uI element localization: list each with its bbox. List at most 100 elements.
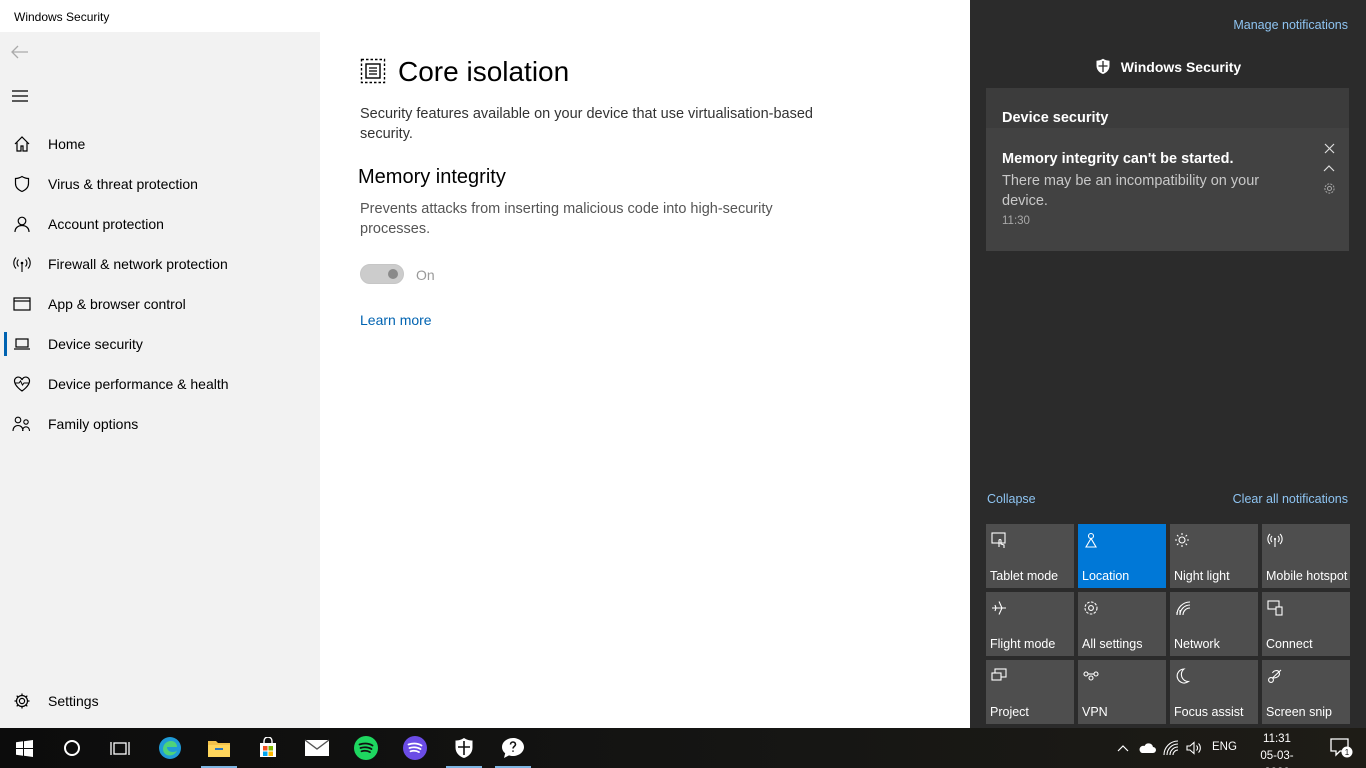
quick-action-mobile-hotspot[interactable]: Mobile hotspot — [1262, 524, 1350, 588]
quick-action-project[interactable]: Project — [986, 660, 1074, 724]
store-icon — [260, 737, 276, 757]
quick-action-flight-mode[interactable]: Flight mode — [986, 592, 1074, 656]
memory-integrity-toggle[interactable] — [360, 264, 404, 284]
quick-action-focus-assist[interactable]: Focus assist — [1170, 660, 1258, 724]
quick-action-connect[interactable]: Connect — [1262, 592, 1350, 656]
sidebar-item-label: App & browser control — [48, 296, 186, 312]
sidebar-item-device-performance-health[interactable]: Device performance & health — [0, 364, 320, 404]
vpn-icon — [1081, 666, 1101, 686]
taskbar-file-explorer[interactable] — [195, 728, 243, 768]
notification-category: Device security — [1002, 110, 1109, 126]
taskbar-spotify[interactable] — [342, 728, 390, 768]
window-title: Windows Security — [14, 10, 110, 24]
task-view-button[interactable] — [96, 728, 144, 768]
cortana-button[interactable] — [48, 728, 96, 768]
windows-security-window: Windows Security Home Virus & threat pro… — [0, 0, 970, 728]
notification-card[interactable]: Device security Memory integrity can't b… — [986, 88, 1349, 251]
windows-security-shield-icon — [1096, 58, 1110, 74]
gear-icon — [12, 691, 32, 711]
taskbar-clock[interactable]: 11:31 05-03-2020 — [1250, 731, 1304, 768]
notification-count: 1 — [1345, 748, 1350, 757]
taskbar-mail[interactable] — [293, 728, 341, 768]
quick-action-location[interactable]: Location — [1078, 524, 1166, 588]
show-hidden-icons-button[interactable] — [1113, 738, 1133, 758]
sidebar-item-settings[interactable]: Settings — [0, 681, 320, 721]
file-explorer-icon — [208, 741, 230, 757]
sidebar-item-app-browser-control[interactable]: App & browser control — [0, 284, 320, 324]
sidebar-item-virus-threat-protection[interactable]: Virus & threat protection — [0, 164, 320, 204]
page-title: Core isolation — [398, 56, 570, 87]
project-icon — [989, 666, 1009, 686]
notification-body[interactable]: Memory integrity can't be started. There… — [986, 128, 1349, 251]
input-language-indicator[interactable]: ENG — [1212, 741, 1237, 753]
taskbar-edge[interactable] — [146, 728, 194, 768]
spotify-icon — [354, 736, 378, 760]
notification-close-button[interactable] — [1321, 140, 1337, 156]
quick-action-tablet-mode[interactable]: Tablet mode — [986, 524, 1074, 588]
notification-settings-button[interactable] — [1321, 180, 1337, 196]
person-icon — [12, 214, 32, 234]
sidebar-item-label: Device security — [48, 336, 143, 352]
connect-icon — [1265, 598, 1285, 618]
clear-all-notifications-link[interactable]: Clear all notifications — [1233, 492, 1348, 506]
taskbar-windows-security[interactable] — [440, 728, 488, 768]
notification-collapse-button[interactable] — [1321, 160, 1337, 176]
screen-snip-icon — [1265, 666, 1285, 686]
hamburger-menu-button[interactable] — [10, 86, 30, 106]
taskbar-podcast-app[interactable] — [391, 728, 439, 768]
sidebar-item-label: Family options — [48, 416, 139, 432]
speaker-icon — [1186, 741, 1201, 755]
main-content: Core isolation Security features availab… — [320, 32, 970, 728]
notification-group-app-name: Windows Security — [1120, 58, 1242, 75]
tablet-mode-icon — [989, 530, 1009, 550]
quick-action-label: Location — [1082, 569, 1130, 583]
edge-icon — [159, 737, 181, 759]
network-tray[interactable] — [1161, 738, 1181, 758]
clock-date: 05-03-2020 — [1260, 750, 1294, 768]
action-center-button[interactable]: 1 — [1316, 728, 1366, 768]
start-icon — [15, 739, 33, 757]
start-button[interactable] — [0, 728, 48, 768]
quick-action-label: Project — [990, 705, 1029, 719]
page-description: Security features available on your devi… — [360, 106, 813, 142]
chevron-up-icon — [1117, 745, 1129, 752]
core-isolation-icon — [360, 58, 386, 84]
antenna-icon — [12, 254, 32, 274]
volume-tray[interactable] — [1184, 738, 1204, 758]
sidebar-item-label: Home — [48, 136, 86, 152]
quick-action-label: Flight mode — [990, 637, 1056, 651]
airplane-icon — [989, 598, 1009, 618]
windows-security-icon — [455, 738, 473, 758]
sidebar-item-label: Settings — [48, 693, 99, 709]
browser-window-icon — [12, 294, 32, 314]
learn-more-link[interactable]: Learn more — [360, 312, 432, 328]
sidebar-item-home[interactable]: Home — [0, 124, 320, 164]
quick-action-all-settings[interactable]: All settings — [1078, 592, 1166, 656]
sidebar-item-family-options[interactable]: Family options — [0, 404, 320, 444]
sidebar-item-label: Device performance & health — [48, 376, 229, 392]
sidebar-item-device-security[interactable]: Device security — [0, 324, 320, 364]
taskbar-store[interactable] — [244, 728, 292, 768]
shield-icon — [12, 174, 32, 194]
quick-action-vpn[interactable]: VPN — [1078, 660, 1166, 724]
toggle-state-label: On — [416, 267, 435, 283]
manage-notifications-link[interactable]: Manage notifications — [1233, 18, 1348, 32]
onedrive-tray[interactable] — [1137, 738, 1157, 758]
quick-action-night-light[interactable]: Night light — [1170, 524, 1258, 588]
sidebar-item-firewall-network-protection[interactable]: Firewall & network protection — [0, 244, 320, 284]
hamburger-icon — [12, 90, 28, 102]
quick-action-screen-snip[interactable]: Screen snip — [1262, 660, 1350, 724]
taskbar-feedback-hub[interactable] — [489, 728, 537, 768]
collapse-link[interactable]: Collapse — [987, 492, 1036, 506]
action-center: Manage notifications Windows Security De… — [970, 0, 1366, 728]
cloud-icon — [1139, 743, 1156, 753]
close-icon — [1324, 143, 1334, 153]
quick-action-label: VPN — [1082, 705, 1108, 719]
quick-action-label: Network — [1174, 637, 1220, 651]
back-button[interactable] — [10, 42, 30, 62]
laptop-icon — [12, 334, 32, 354]
sidebar-item-account-protection[interactable]: Account protection — [0, 204, 320, 244]
task-view-icon — [110, 741, 130, 755]
heart-icon — [12, 374, 32, 394]
quick-action-network[interactable]: Network — [1170, 592, 1258, 656]
